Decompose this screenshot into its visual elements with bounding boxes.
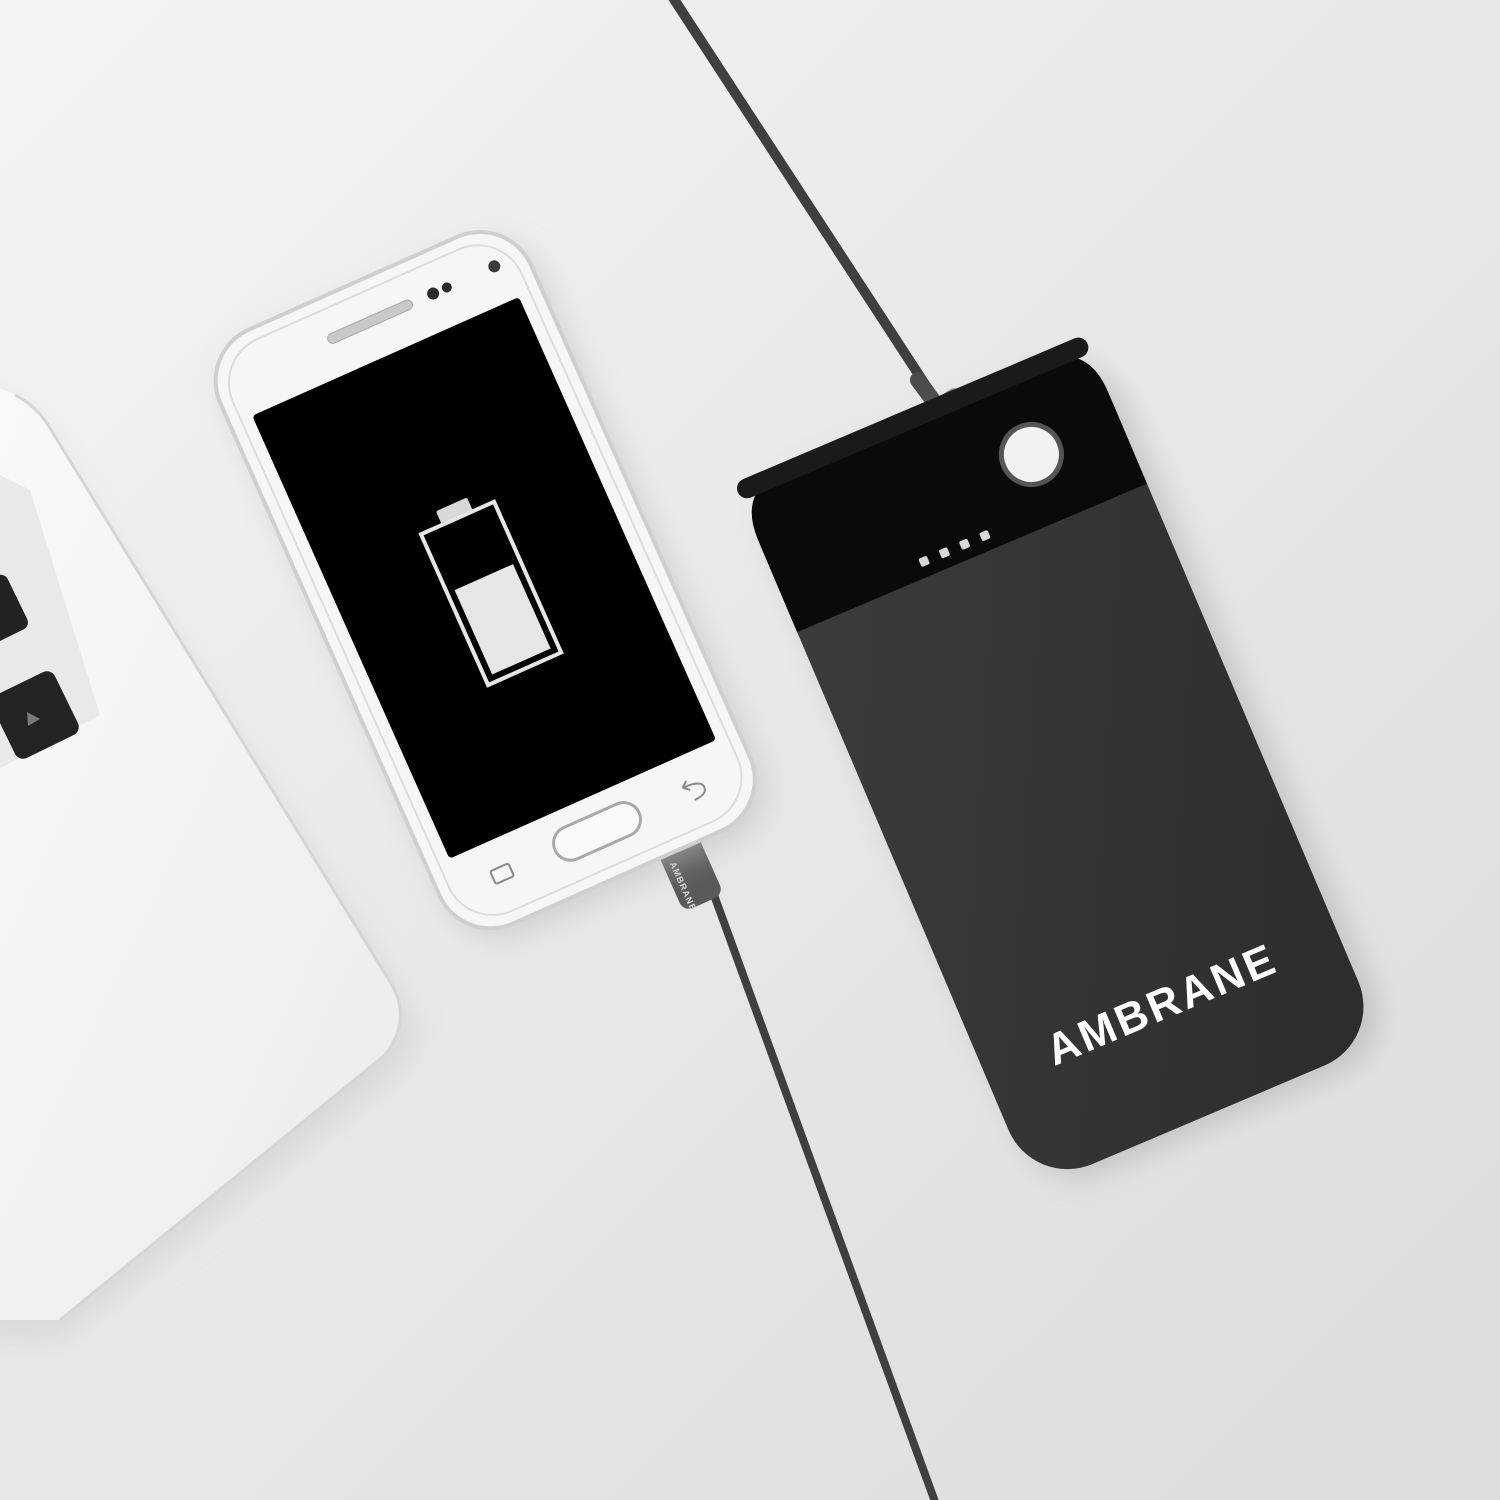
product-scene: AMBRANE AMBRANE [0, 0, 1500, 1500]
